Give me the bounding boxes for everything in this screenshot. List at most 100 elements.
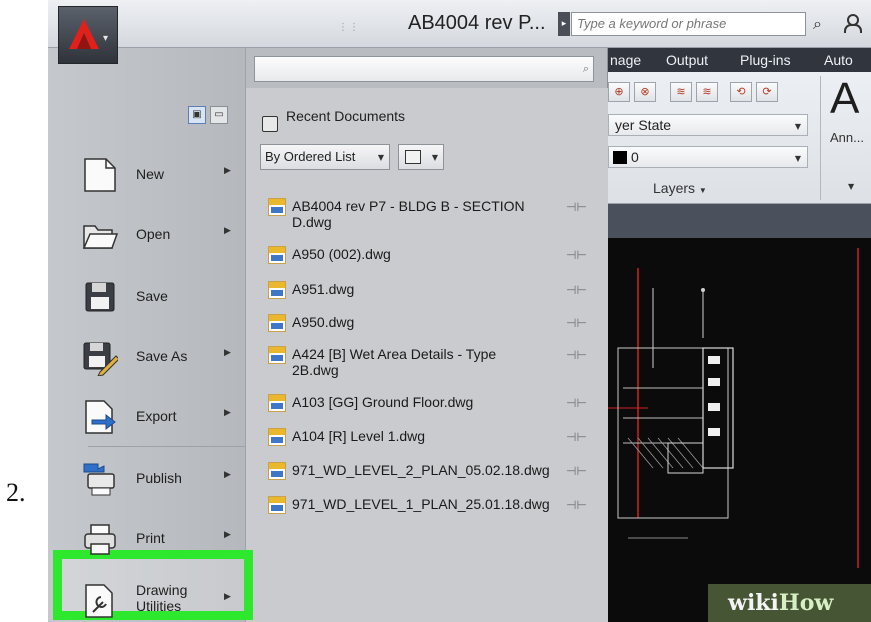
app-menu-search-input[interactable]: ⌕ [254, 56, 594, 82]
document-name: AB4004 rev P7 - BLDG B - SECTION D.dwg [292, 198, 525, 230]
watermark-how: How [778, 590, 834, 616]
menu-item-label: Print [136, 530, 165, 546]
tab-manage[interactable]: nage [610, 52, 641, 68]
pin-icon[interactable]: ⊣⊢ [566, 348, 587, 362]
floppy-disk-icon [85, 282, 115, 312]
layer-dropdown[interactable]: 0 ▼ [608, 146, 808, 168]
tab-autodesk[interactable]: Auto [824, 52, 853, 68]
layer-color-swatch [613, 151, 627, 164]
panel-divider [820, 76, 821, 200]
recent-document-row[interactable]: A951.dwg ⊣⊢ [266, 279, 602, 309]
menu-item-drawing-utilities[interactable]: Drawing Utilities ▶ [78, 574, 243, 622]
autocad-screenshot: ⋮⋮ AB4004 rev P... ▸ Type a keyword or p… [48, 0, 871, 622]
app-menu-caret-icon: ▾ [103, 33, 109, 44]
menu-item-label: Drawing Utilities [136, 582, 188, 614]
menu-item-open[interactable]: Open ▶ [78, 208, 243, 262]
layer-state-dropdown[interactable]: yer State ▼ [608, 114, 808, 136]
submenu-arrow-icon: ▶ [224, 408, 231, 418]
recent-documents-icon [262, 116, 278, 132]
pin-icon[interactable]: ⊣⊢ [566, 430, 587, 444]
chevron-down-icon: ▼ [377, 153, 384, 162]
annotation-label: Ann... [830, 130, 864, 145]
dwg-file-icon [268, 462, 286, 480]
user-account-icon[interactable] [843, 12, 862, 33]
recent-document-row[interactable]: 971_WD_LEVEL_1_PLAN_25.01.18.dwg ⊣⊢ [266, 494, 602, 524]
pin-icon[interactable]: ⊣⊢ [566, 464, 587, 478]
help-search-input[interactable]: Type a keyword or phrase [571, 12, 806, 36]
layer-tool-icon[interactable]: ⟲ [730, 82, 752, 102]
order-by-value: By Ordered List [265, 149, 356, 164]
menu-item-label: Publish [136, 470, 182, 486]
menu-item-save-as[interactable]: Save As ▶ [78, 330, 243, 384]
quick-access-toolbar-grip[interactable]: ⋮⋮ [338, 22, 360, 33]
recent-document-row[interactable]: A104 [R] Level 1.dwg ⊣⊢ [266, 426, 602, 456]
order-by-dropdown[interactable]: By Ordered List ▼ [260, 144, 390, 170]
autocad-logo-icon [69, 19, 99, 49]
menu-item-new[interactable]: New ▶ [78, 148, 243, 202]
menu-item-publish[interactable]: Publish ▶ [78, 452, 243, 506]
pin-icon[interactable]: ⊣⊢ [566, 200, 587, 214]
tab-plug-ins[interactable]: Plug-ins [740, 52, 791, 68]
title-bar: ⋮⋮ AB4004 rev P... ▸ Type a keyword or p… [48, 0, 871, 48]
window-title: AB4004 rev P... [408, 12, 546, 34]
menu-item-label: Open [136, 226, 171, 242]
wikihow-watermark: wikiHow [708, 584, 871, 622]
document-name: 971_WD_LEVEL_1_PLAN_25.01.18.dwg [292, 496, 550, 512]
menu-item-export[interactable]: Export ▶ [78, 390, 243, 444]
pin-icon[interactable]: ⊣⊢ [566, 316, 587, 330]
submenu-arrow-icon: ▶ [224, 470, 231, 480]
step-number: 2. [6, 478, 26, 507]
drawing-canvas[interactable] [608, 238, 871, 622]
pin-icon[interactable]: ⊣⊢ [566, 498, 587, 512]
drawing-tab-strip [608, 204, 871, 238]
pin-icon[interactable]: ⊣⊢ [566, 283, 587, 297]
open-documents-view-icon[interactable]: ▭ [210, 106, 228, 124]
recent-document-row[interactable]: A950 (002).dwg ⊣⊢ [266, 244, 602, 274]
recent-document-row[interactable]: A950.dwg ⊣⊢ [266, 312, 602, 342]
recent-document-row[interactable]: A424 [B] Wet Area Details - Type 2B.dwg … [266, 344, 602, 378]
save-as-icon [83, 342, 118, 376]
export-icon [85, 400, 116, 434]
recent-document-row[interactable]: 971_WD_LEVEL_2_PLAN_05.02.18.dwg ⊣⊢ [266, 460, 602, 490]
document-name: A104 [R] Level 1.dwg [292, 428, 426, 444]
search-icon: ⌕ [582, 62, 589, 75]
tab-output[interactable]: Output [666, 52, 708, 68]
document-name: A951.dwg [292, 281, 355, 297]
layers-panel-title[interactable]: Layers ▼ [653, 180, 707, 196]
current-layer-value: 0 [631, 149, 639, 165]
menu-item-save[interactable]: Save [78, 270, 243, 324]
annotation-expand-icon[interactable]: ▼ [848, 182, 854, 191]
menu-item-label: Save As [136, 348, 188, 364]
watermark-wiki: wiki [728, 590, 779, 616]
annotate-text-icon[interactable]: A [830, 74, 859, 124]
recent-document-row[interactable]: AB4004 rev P7 - BLDG B - SECTION D.dwg ⊣… [266, 196, 602, 230]
search-expand-arrow-icon[interactable]: ▸ [558, 12, 570, 36]
layer-tool-icon[interactable]: ⊕ [608, 82, 630, 102]
submenu-arrow-icon: ▶ [224, 226, 231, 236]
chevron-down-icon: ▼ [794, 154, 801, 163]
dwg-file-icon [268, 246, 286, 264]
dwg-file-icon [268, 394, 286, 412]
dwg-file-icon [268, 281, 286, 299]
layer-tool-icon[interactable]: ≋ [696, 82, 718, 102]
ribbon-layers-panel: ⊕ ⊗ ≋ ≋ ⟲ ⟳ yer State ▼ 0 ▼ Layers ▼ A A… [608, 72, 871, 204]
cad-drawing [608, 248, 859, 568]
pin-icon[interactable]: ⊣⊢ [566, 396, 587, 410]
layer-tool-icon[interactable]: ⊗ [634, 82, 656, 102]
recent-documents-view-icon[interactable]: ▣ [188, 106, 206, 124]
submenu-arrow-icon: ▶ [224, 592, 231, 602]
document-name: A103 [GG] Ground Floor.dwg [292, 394, 474, 410]
menu-item-print[interactable]: Print ▶ [78, 512, 243, 566]
application-menu-button[interactable]: ▾ [58, 6, 118, 64]
chevron-down-icon: ▼ [431, 153, 438, 162]
recent-document-row[interactable]: A103 [GG] Ground Floor.dwg ⊣⊢ [266, 392, 602, 422]
binoculars-search-icon[interactable]: ⌕ [813, 14, 822, 34]
submenu-arrow-icon: ▶ [224, 348, 231, 358]
pin-icon[interactable]: ⊣⊢ [566, 248, 587, 262]
open-folder-icon [82, 225, 118, 249]
document-view-dropdown[interactable]: ▼ [398, 144, 444, 170]
layer-tool-icon[interactable]: ≋ [670, 82, 692, 102]
dwg-file-icon [268, 198, 286, 216]
submenu-arrow-icon: ▶ [224, 166, 231, 176]
layer-tool-icon[interactable]: ⟳ [756, 82, 778, 102]
